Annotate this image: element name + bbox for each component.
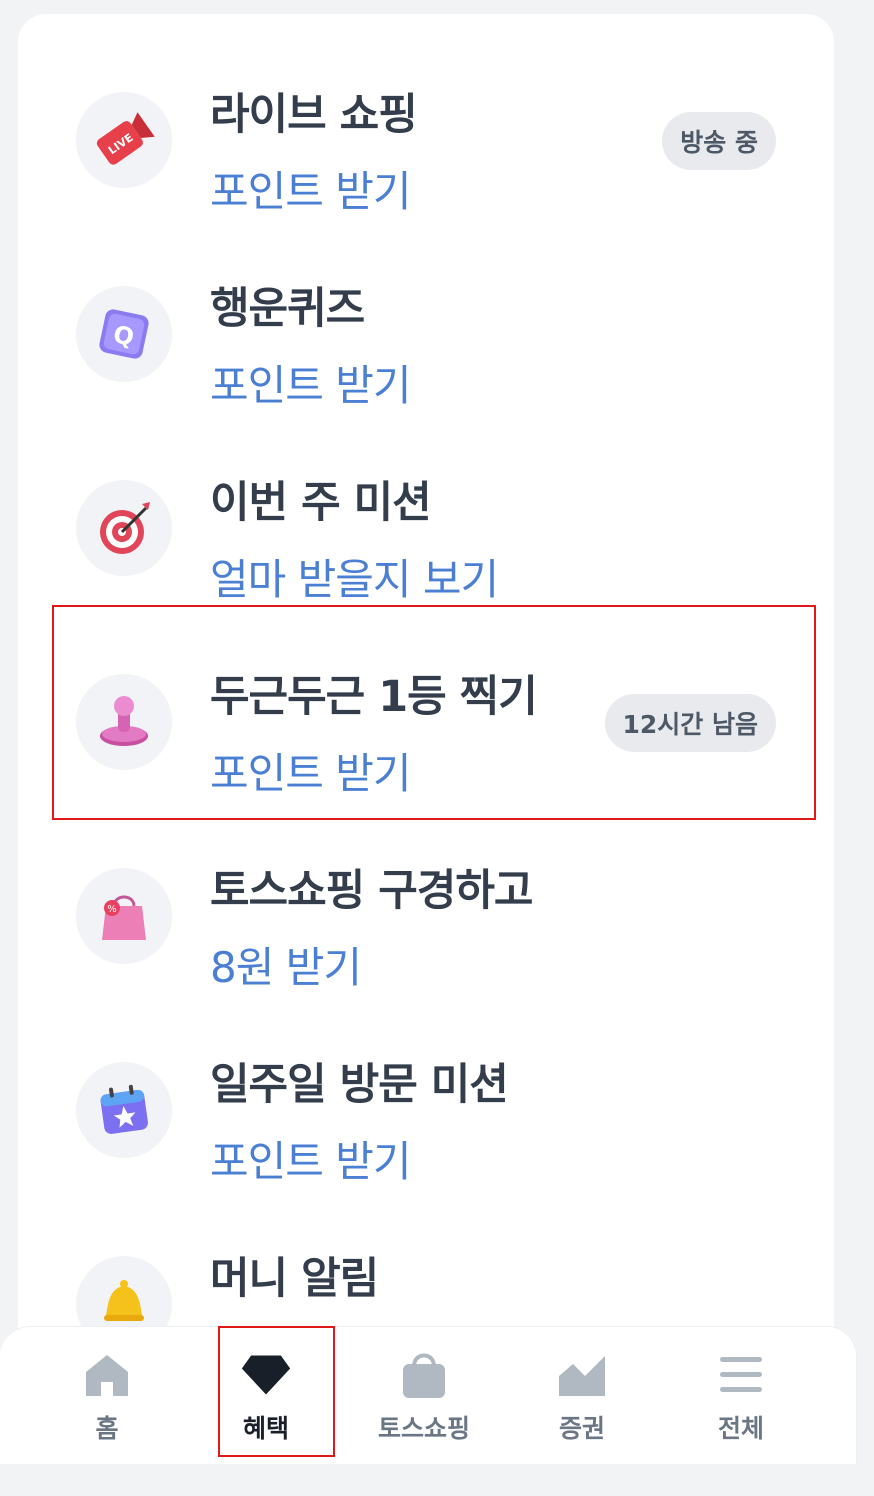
item-title: 행운퀴즈: [210, 284, 365, 334]
nav-benefits[interactable]: 혜택: [191, 1327, 341, 1465]
nav-home[interactable]: 홈: [32, 1327, 182, 1465]
item-action-link[interactable]: 포인트 받기: [210, 158, 412, 219]
nav-label: 토스쇼핑: [377, 1414, 470, 1443]
item-action-link[interactable]: 8원 받기: [210, 934, 362, 995]
item-title: 두근두근 1등 찍기: [210, 672, 538, 722]
shopping-bag-icon: [398, 1349, 450, 1401]
item-title: 라이브 쇼핑: [210, 90, 418, 140]
status-badge: 방송 중: [662, 112, 776, 170]
item-action-link[interactable]: 포인트 받기: [210, 1128, 412, 1189]
stock-chart-icon: [556, 1349, 608, 1401]
time-remaining-badge: 12시간 남음: [604, 694, 776, 752]
item-title: 머니 알림: [210, 1254, 379, 1304]
list-item-first-place-pick[interactable]: 두근두근 1등 찍기 포인트 받기 12시간 남음: [18, 650, 834, 844]
menu-icon: [715, 1349, 767, 1401]
benefits-list-card: LIVE 라이브 쇼핑 포인트 받기 방송 중 Q 행운퀴즈 포인트 받기 이번…: [18, 14, 834, 1494]
bottom-navigation: 홈 혜택 토스쇼핑 증권 전체: [0, 1326, 857, 1465]
svg-text:%: %: [107, 904, 117, 915]
bottom-strip: [0, 1464, 874, 1496]
shopping-bag-icon: %: [76, 868, 172, 964]
list-item-lucky-quiz[interactable]: Q 행운퀴즈 포인트 받기: [18, 262, 834, 456]
list-item-weekly-mission[interactable]: 이번 주 미션 얼마 받을지 보기: [18, 456, 834, 650]
item-action-link[interactable]: 얼마 받을지 보기: [210, 546, 499, 607]
nav-toss-shopping[interactable]: 토스쇼핑: [349, 1327, 499, 1465]
calendar-star-icon: [76, 1062, 172, 1158]
list-item-toss-shopping[interactable]: % 토스쇼핑 구경하고 8원 받기: [18, 844, 834, 1038]
quiz-q-icon: Q: [76, 286, 172, 382]
item-title: 이번 주 미션: [210, 478, 432, 528]
benefit-diamond-icon: [240, 1349, 292, 1401]
live-camera-icon: LIVE: [76, 92, 172, 188]
stamp-icon: [76, 674, 172, 770]
nav-label: 홈: [95, 1414, 119, 1443]
nav-label: 혜택: [242, 1414, 289, 1443]
home-icon: [81, 1349, 133, 1401]
nav-label: 증권: [558, 1414, 605, 1443]
nav-label: 전체: [717, 1414, 764, 1443]
item-title: 일주일 방문 미션: [210, 1060, 509, 1110]
item-action-link[interactable]: 포인트 받기: [210, 740, 412, 801]
item-action-link[interactable]: 포인트 받기: [210, 352, 412, 413]
nav-all[interactable]: 전체: [666, 1327, 816, 1465]
list-item-live-shopping[interactable]: LIVE 라이브 쇼핑 포인트 받기 방송 중: [18, 68, 834, 262]
target-icon: [76, 480, 172, 576]
nav-securities[interactable]: 증권: [507, 1327, 657, 1465]
item-title: 토스쇼핑 구경하고: [210, 866, 533, 916]
list-item-weekly-visit[interactable]: 일주일 방문 미션 포인트 받기: [18, 1038, 834, 1232]
